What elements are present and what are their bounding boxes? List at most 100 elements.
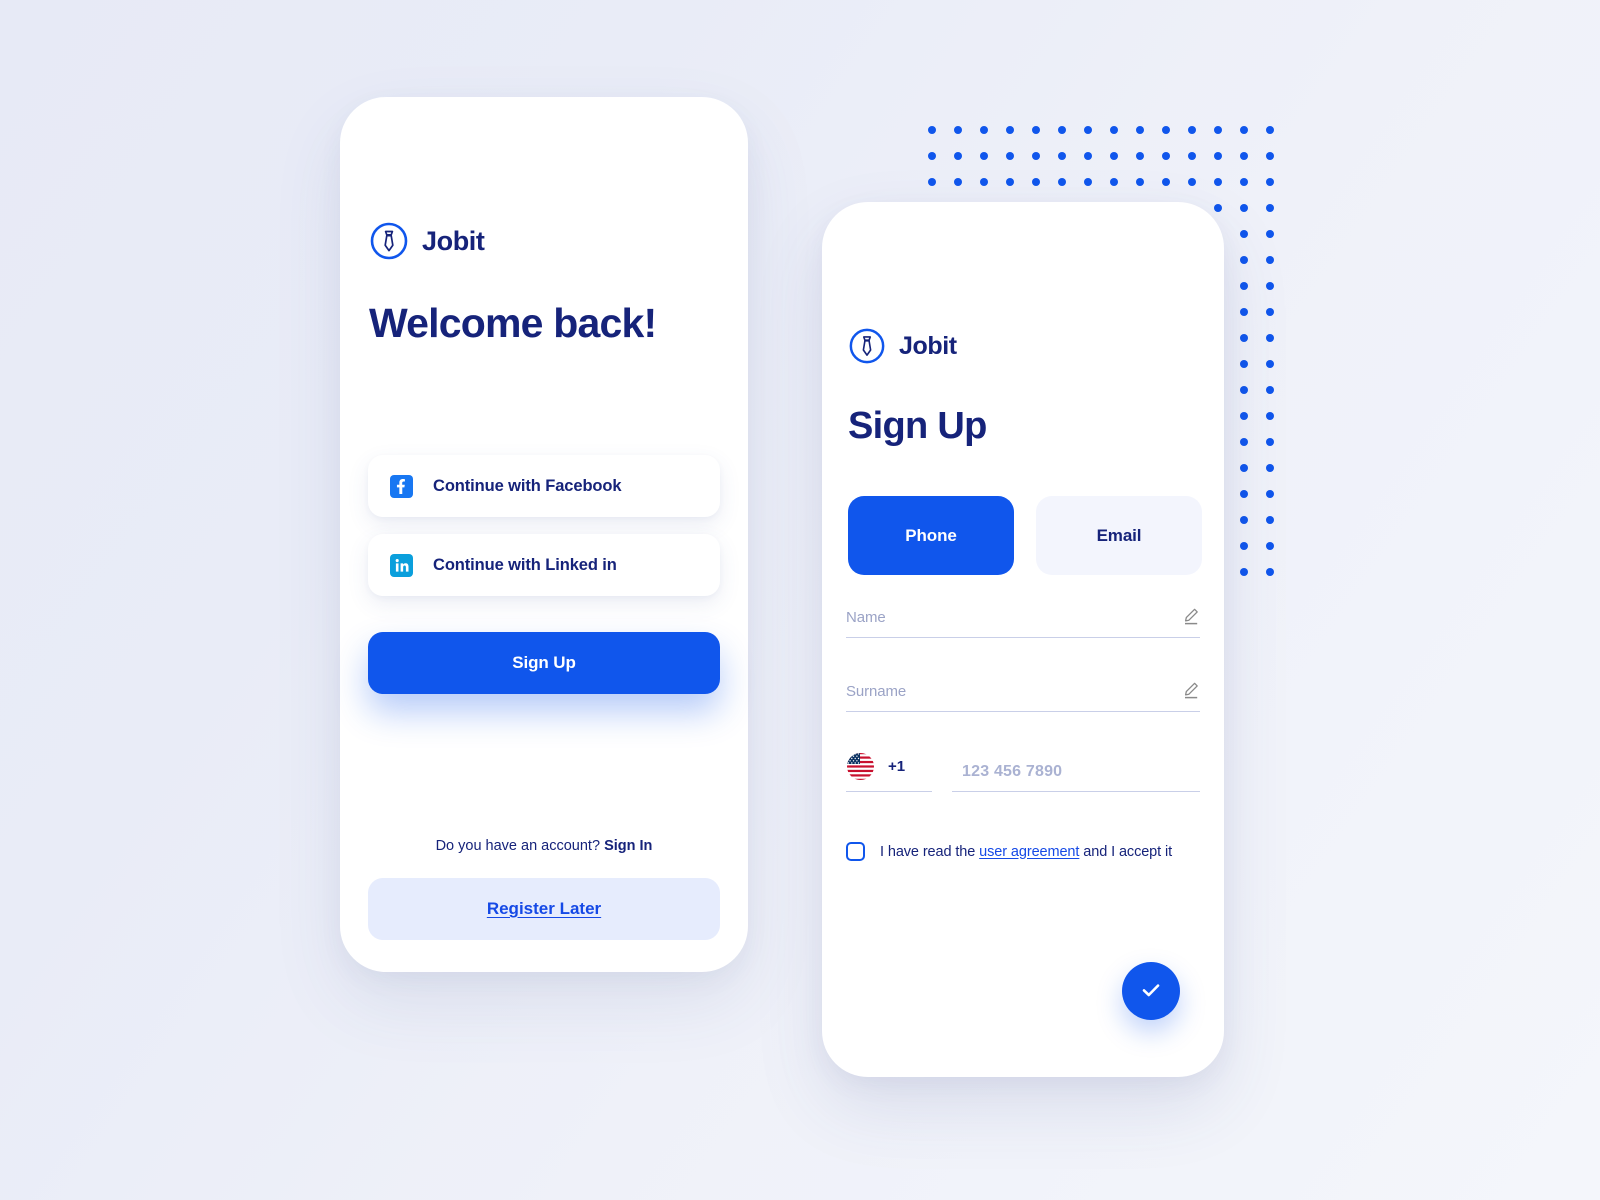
grid-dot [1136,126,1144,134]
grid-dot [1240,230,1248,238]
grid-dot [1266,568,1274,576]
grid-dot [1266,542,1274,550]
linkedin-icon [390,553,413,577]
grid-dot [1266,282,1274,290]
grid-dot [1214,204,1222,212]
user-agreement-text: I have read the user agreement and I acc… [880,844,1172,860]
check-icon [1138,977,1164,1006]
continue-with-linkedin-button[interactable]: Continue with Linked in [368,534,720,596]
sign-in-link[interactable]: Sign In [604,838,652,854]
phone-number-field: +1 123 456 7890 [846,752,1200,792]
grid-dot [1240,438,1248,446]
grid-dot [1266,490,1274,498]
sign-up-button[interactable]: Sign Up [368,632,720,694]
grid-dot [1188,126,1196,134]
grid-dot [1240,152,1248,160]
grid-dot [1266,230,1274,238]
user-agreement-checkbox[interactable] [846,842,865,861]
surname-field-label: Surname [846,683,907,700]
grid-dot [1240,516,1248,524]
surname-field[interactable]: Surname [846,681,1200,712]
us-flag-icon [846,752,875,781]
linkedin-button-label: Continue with Linked in [433,555,617,574]
app-logo-text: Jobit [899,331,957,360]
grid-dot [1240,412,1248,420]
grid-dot [1266,464,1274,472]
grid-dot [1240,490,1248,498]
grid-dot [1266,386,1274,394]
grid-dot [1214,178,1222,186]
grid-dot [1162,178,1170,186]
grid-dot [928,152,936,160]
grid-dot [1240,126,1248,134]
grid-dot [1240,542,1248,550]
signup-method-segmented-control: Phone Email [848,496,1202,575]
grid-dot [1240,282,1248,290]
name-field[interactable]: Name [846,607,1200,638]
app-logo: Jobit [369,221,485,261]
grid-dot [1032,126,1040,134]
facebook-button-label: Continue with Facebook [433,476,622,495]
grid-dot [1240,334,1248,342]
grid-dot [1266,360,1274,368]
grid-dot [1162,126,1170,134]
grid-dot [1240,386,1248,394]
grid-dot [1266,308,1274,316]
grid-dot [980,178,988,186]
confirm-button[interactable] [1122,962,1180,1020]
app-logo-text: Jobit [422,225,485,256]
grid-dot [1240,308,1248,316]
necktie-circle-icon [369,221,409,261]
sign-up-screen-card: Jobit Sign Up Phone Email Name Surname +… [822,202,1224,1077]
continue-with-facebook-button[interactable]: Continue with Facebook [368,455,720,517]
grid-dot [954,126,962,134]
grid-dot [1006,126,1014,134]
tab-email[interactable]: Email [1036,496,1202,575]
account-prompt: Do you have an account? Sign In [340,838,748,854]
country-code-selector[interactable]: +1 [846,752,932,792]
grid-dot [1188,152,1196,160]
grid-dot [1240,256,1248,264]
sign-in-screen-card: Jobit Welcome back! Continue with Facebo… [340,97,748,972]
grid-dot [1240,360,1248,368]
grid-dot [1110,126,1118,134]
grid-dot [1266,204,1274,212]
grid-dot [1136,152,1144,160]
grid-dot [1058,178,1066,186]
grid-dot [1084,152,1092,160]
pencil-edit-icon[interactable] [1181,681,1200,700]
phone-number-placeholder: 123 456 7890 [962,763,1063,780]
phone-number-input[interactable]: 123 456 7890 [952,763,1200,792]
grid-dot [1266,334,1274,342]
grid-dot [1110,152,1118,160]
grid-dot [928,178,936,186]
grid-dot [1266,438,1274,446]
grid-dot [1058,126,1066,134]
facebook-icon [390,474,413,498]
grid-dot [980,126,988,134]
grid-dot [1136,178,1144,186]
pencil-edit-icon[interactable] [1181,607,1200,626]
grid-dot [1266,178,1274,186]
agreement-text-before: I have read the [880,843,980,860]
grid-dot [954,178,962,186]
user-agreement-link[interactable]: user agreement [979,844,1079,860]
grid-dot [1240,464,1248,472]
grid-dot [1032,152,1040,160]
country-code-value: +1 [888,758,906,775]
page-title: Welcome back! [369,300,657,346]
grid-dot [1266,152,1274,160]
agreement-text-after: and I accept it [1079,843,1173,860]
grid-dot [1006,178,1014,186]
page-title: Sign Up [848,405,987,447]
grid-dot [1162,152,1170,160]
grid-dot [954,152,962,160]
grid-dot [1032,178,1040,186]
grid-dot [1084,126,1092,134]
tab-phone[interactable]: Phone [848,496,1014,575]
register-later-button[interactable]: Register Later [368,878,720,940]
grid-dot [1240,568,1248,576]
grid-dot [1266,516,1274,524]
grid-dot [1214,152,1222,160]
grid-dot [1266,256,1274,264]
